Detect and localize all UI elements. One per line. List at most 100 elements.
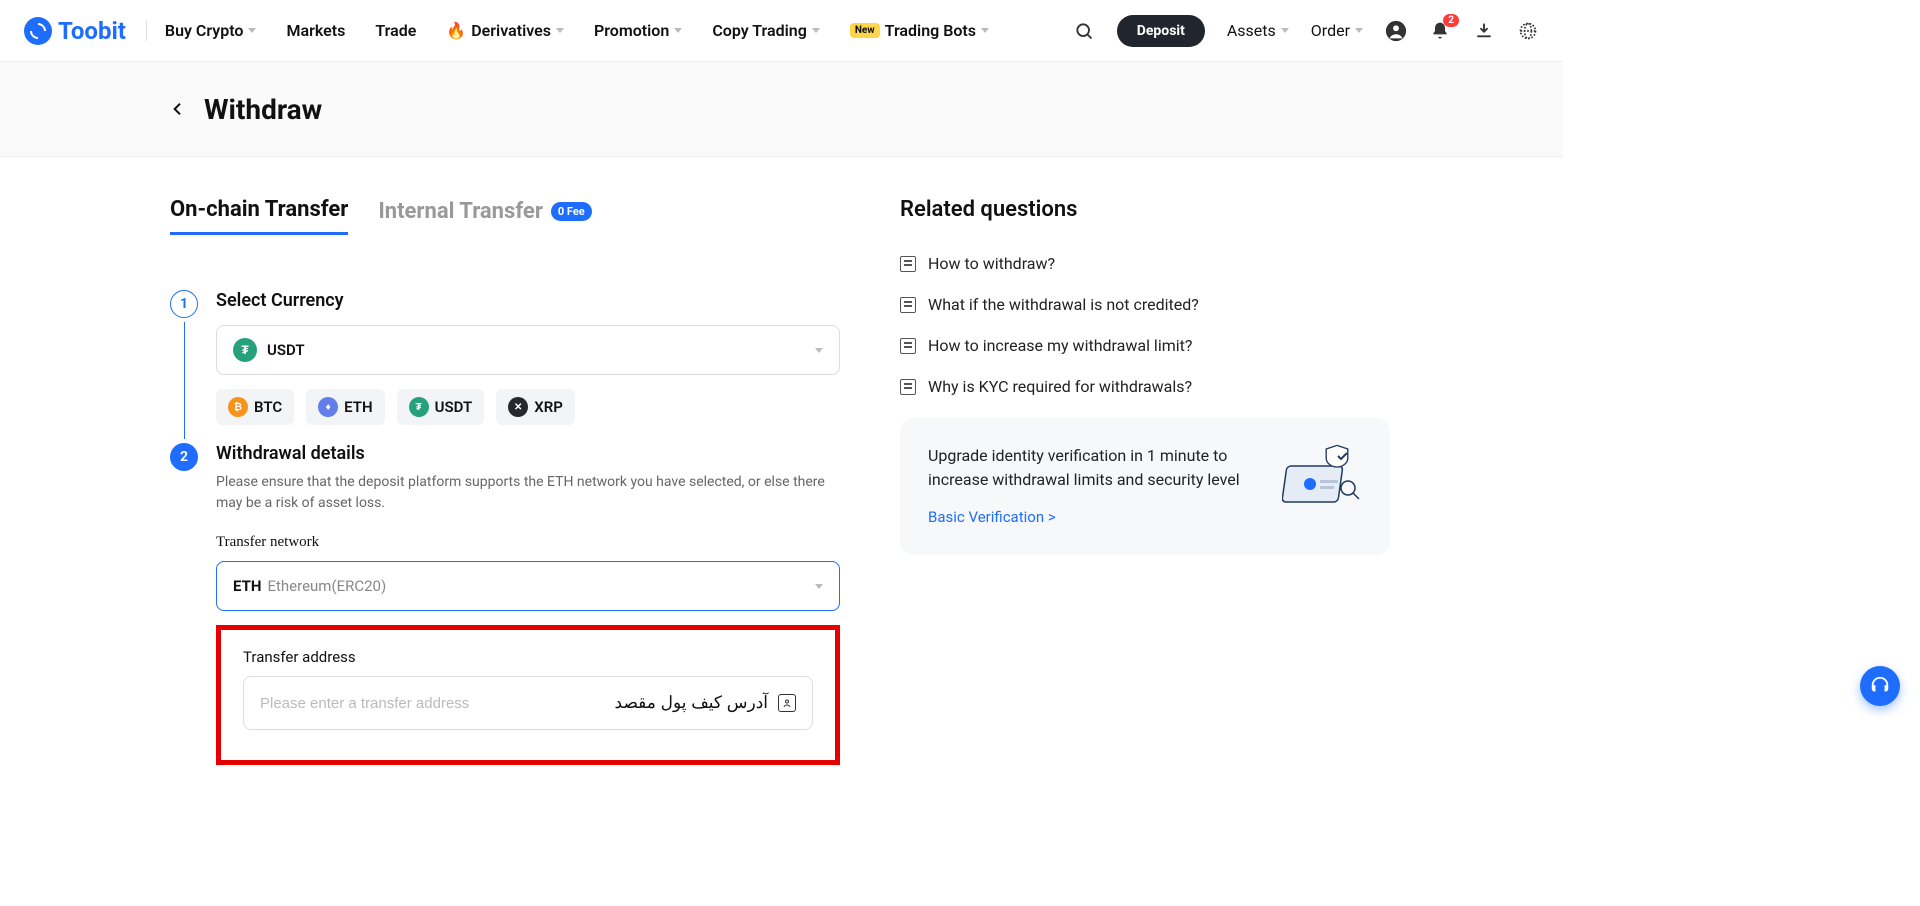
faq-text: What if the withdrawal is not credited? bbox=[928, 295, 1199, 314]
nav-promotion[interactable]: Promotion bbox=[594, 21, 682, 40]
transfer-address-field: آدرس کیف پول مقصد bbox=[243, 676, 813, 730]
nav-trading-bots[interactable]: New Trading Bots bbox=[850, 21, 989, 40]
doc-icon bbox=[900, 297, 916, 313]
shortcut-label: USDT bbox=[435, 398, 473, 416]
doc-icon bbox=[900, 256, 916, 272]
new-badge: New bbox=[850, 23, 880, 38]
shortcut-label: BTC bbox=[254, 398, 282, 416]
nav-order[interactable]: Order bbox=[1311, 21, 1363, 40]
chevron-down-icon bbox=[812, 28, 820, 33]
basic-verification-link[interactable]: Basic Verification > bbox=[928, 506, 1266, 529]
tab-onchain[interactable]: On-chain Transfer bbox=[170, 197, 348, 235]
selected-currency: USDT bbox=[267, 341, 305, 359]
nav-assets[interactable]: Assets bbox=[1227, 21, 1289, 40]
currency-shortcuts: ₿ BTC ♦ ETH ₮ USDT ✕ XRP bbox=[216, 389, 840, 425]
flame-icon: 🔥 bbox=[446, 21, 466, 40]
chevron-down-icon bbox=[556, 28, 564, 33]
faq-text: Why is KYC required for withdrawals? bbox=[928, 377, 1192, 396]
nav-label: Trade bbox=[375, 21, 416, 40]
step-1-indicator: 1 bbox=[170, 290, 198, 318]
network-select[interactable]: ETH Ethereum(ERC20) bbox=[216, 561, 840, 611]
top-right-tools: Deposit Assets Order 2 bbox=[1073, 15, 1539, 47]
transfer-network-label: Transfer network bbox=[216, 534, 840, 551]
globe-icon[interactable] bbox=[1517, 20, 1539, 42]
doc-icon bbox=[900, 379, 916, 395]
notifications-icon[interactable]: 2 bbox=[1429, 20, 1451, 42]
nav-buy-crypto[interactable]: Buy Crypto bbox=[165, 21, 257, 40]
nav-label: Derivatives bbox=[471, 21, 551, 40]
brand-name: Toobit bbox=[58, 17, 126, 45]
divider bbox=[146, 21, 147, 41]
shortcut-usdt[interactable]: ₮ USDT bbox=[397, 389, 485, 425]
deposit-button[interactable]: Deposit bbox=[1117, 15, 1205, 47]
chevron-down-icon bbox=[815, 348, 823, 353]
transfer-address-label: Transfer address bbox=[243, 648, 813, 666]
faq-text: How to increase my withdrawal limit? bbox=[928, 336, 1192, 355]
step-2-desc: Please ensure that the deposit platform … bbox=[216, 472, 840, 514]
faq-item[interactable]: Why is KYC required for withdrawals? bbox=[900, 377, 1390, 396]
step-1-title: Select Currency bbox=[216, 290, 840, 311]
nav-label: Assets bbox=[1227, 21, 1276, 40]
page-title: Withdraw bbox=[204, 93, 322, 126]
nav-trade[interactable]: Trade bbox=[375, 21, 416, 40]
shortcut-xrp[interactable]: ✕ XRP bbox=[496, 389, 575, 425]
chevron-down-icon bbox=[1355, 28, 1363, 33]
tab-internal[interactable]: Internal Transfer 0 Fee bbox=[378, 199, 591, 234]
shortcut-label: ETH bbox=[344, 398, 372, 416]
related-questions-title: Related questions bbox=[900, 197, 1390, 222]
search-icon[interactable] bbox=[1073, 20, 1095, 42]
fee-badge: 0 Fee bbox=[551, 202, 592, 221]
nav-label: Buy Crypto bbox=[165, 21, 244, 40]
back-button[interactable] bbox=[170, 101, 186, 117]
transfer-address-input[interactable] bbox=[260, 695, 778, 712]
transfer-address-highlight: Transfer address آدرس کیف پول مقصد bbox=[216, 625, 840, 765]
doc-icon bbox=[900, 338, 916, 354]
usdt-icon: ₮ bbox=[409, 397, 429, 417]
upgrade-kyc-card: Upgrade identity verification in 1 minut… bbox=[900, 418, 1390, 555]
chevron-down-icon bbox=[1281, 28, 1289, 33]
nav-label: Trading Bots bbox=[885, 21, 976, 40]
currency-select[interactable]: ₮ USDT bbox=[216, 325, 840, 375]
faq-item[interactable]: How to increase my withdrawal limit? bbox=[900, 336, 1390, 355]
upgrade-text: Upgrade identity verification in 1 minut… bbox=[928, 444, 1266, 492]
notification-badge: 2 bbox=[1443, 14, 1459, 27]
shortcut-btc[interactable]: ₿ BTC bbox=[216, 389, 294, 425]
step-2-title: Withdrawal details bbox=[216, 443, 840, 464]
xrp-icon: ✕ bbox=[508, 397, 528, 417]
network-code: ETH bbox=[233, 577, 261, 595]
chevron-down-icon bbox=[981, 28, 989, 33]
download-icon[interactable] bbox=[1473, 20, 1495, 42]
tab-label: On-chain Transfer bbox=[170, 197, 348, 222]
address-book-icon[interactable] bbox=[778, 694, 796, 712]
account-icon[interactable] bbox=[1385, 20, 1407, 42]
logo-mark-icon bbox=[24, 17, 52, 45]
shortcut-label: XRP bbox=[534, 398, 563, 416]
eth-icon: ♦ bbox=[318, 397, 338, 417]
transfer-tabs: On-chain Transfer Internal Transfer 0 Fe… bbox=[170, 197, 840, 235]
nav-copy-trading[interactable]: Copy Trading bbox=[712, 21, 820, 40]
nav-label: Copy Trading bbox=[712, 21, 807, 40]
chevron-down-icon bbox=[815, 584, 823, 589]
network-name: Ethereum(ERC20) bbox=[267, 577, 386, 595]
nav-label: Markets bbox=[286, 21, 345, 40]
shortcut-eth[interactable]: ♦ ETH bbox=[306, 389, 384, 425]
kyc-illustration-icon bbox=[1282, 444, 1362, 508]
faq-item[interactable]: How to withdraw? bbox=[900, 254, 1390, 273]
topbar: Toobit Buy Crypto Markets Trade 🔥 Derivat… bbox=[0, 0, 1563, 62]
chevron-down-icon bbox=[248, 28, 256, 33]
brand-logo[interactable]: Toobit bbox=[24, 17, 126, 45]
tab-label: Internal Transfer bbox=[378, 199, 543, 224]
step-line bbox=[184, 322, 185, 439]
chevron-down-icon bbox=[674, 28, 682, 33]
nav-markets[interactable]: Markets bbox=[286, 21, 345, 40]
main-nav: Buy Crypto Markets Trade 🔥 Derivatives Pr… bbox=[165, 21, 989, 40]
faq-item[interactable]: What if the withdrawal is not credited? bbox=[900, 295, 1390, 314]
support-fab[interactable] bbox=[1860, 666, 1900, 706]
nav-derivatives[interactable]: 🔥 Derivatives bbox=[446, 21, 564, 40]
step-2-indicator: 2 bbox=[170, 443, 198, 471]
nav-label: Order bbox=[1311, 21, 1350, 40]
page-header: Withdraw bbox=[0, 62, 1563, 157]
btc-icon: ₿ bbox=[228, 397, 248, 417]
nav-label: Promotion bbox=[594, 21, 669, 40]
faq-text: How to withdraw? bbox=[928, 254, 1055, 273]
